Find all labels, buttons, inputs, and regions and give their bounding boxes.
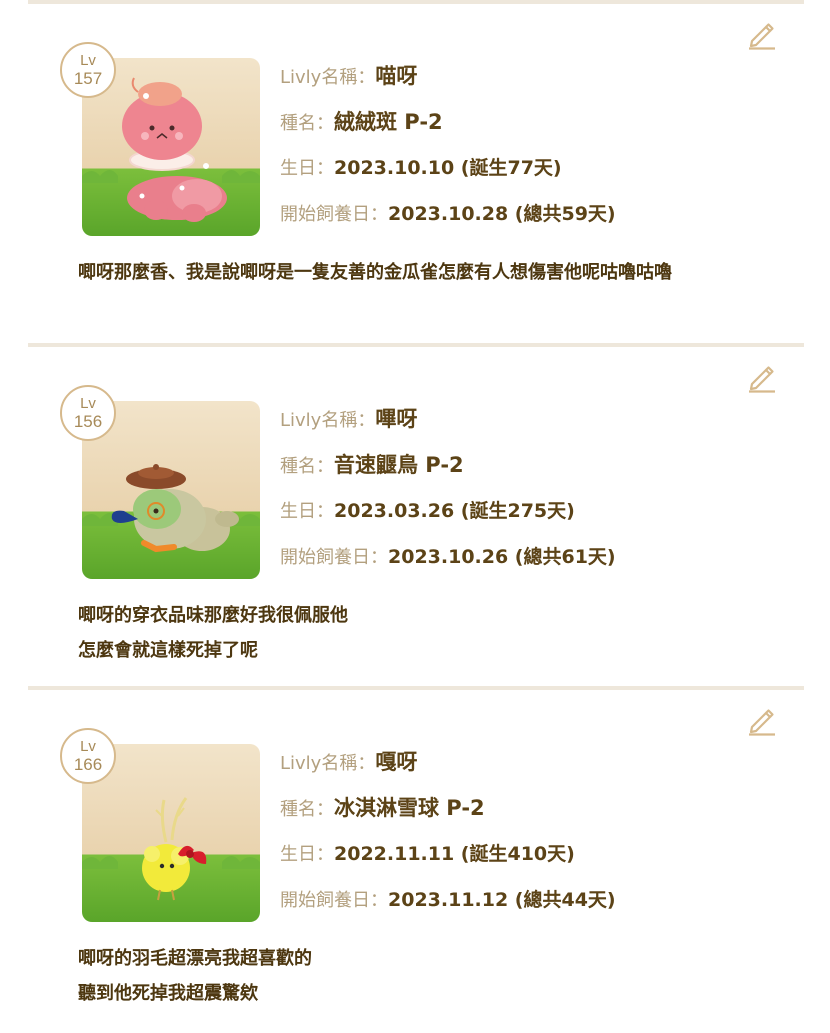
name-value: 喵呀	[375, 64, 418, 88]
birthday-row: 生日：2023.10.10 (誕生77天)	[280, 148, 616, 194]
livly-card: Lv 166 Livly名稱：嘎呀 種名：冰淇淋雪球 P-2 生日：2022.1…	[28, 690, 804, 1033]
level-label: Lv	[80, 738, 96, 755]
livly-info: Livly名稱：嘎呀 種名：冰淇淋雪球 P-2 生日：2022.11.11 (誕…	[280, 742, 616, 926]
livly-card: Lv 157 Livly名稱：喵呀 種名：絨絨斑 P-2 生日：2023.10.…	[28, 4, 804, 347]
species-label: 種名：	[280, 799, 334, 820]
level-badge: Lv 157	[60, 42, 116, 98]
birthday-label: 生日：	[280, 158, 334, 179]
edit-button[interactable]	[746, 18, 778, 50]
adopt-date-value: 2023.10.28 (總共59天)	[388, 203, 616, 225]
birthday-label: 生日：	[280, 844, 334, 865]
livly-description: 唧呀的穿衣品味那麼好我很佩服他 怎麼會就這樣死掉了呢	[78, 605, 348, 661]
name-row: Livly名稱：嘎呀	[280, 742, 616, 788]
livly-info: Livly名稱：喵呀 種名：絨絨斑 P-2 生日：2023.10.10 (誕生7…	[280, 56, 616, 240]
birthday-row: 生日：2022.11.11 (誕生410天)	[280, 834, 616, 880]
name-row: Livly名稱：喵呀	[280, 56, 616, 102]
name-value: 嘎呀	[375, 750, 418, 774]
species-value: 冰淇淋雪球 P-2	[334, 796, 485, 820]
level-value: 166	[73, 755, 103, 774]
livly-info: Livly名稱：嗶呀 種名：音速鼴鳥 P-2 生日：2023.03.26 (誕生…	[280, 399, 616, 583]
adopt-date-label: 開始飼養日：	[280, 547, 388, 568]
adopt-date-label: 開始飼養日：	[280, 204, 388, 225]
name-label: Livly名稱：	[280, 410, 376, 431]
pencil-icon	[749, 23, 775, 50]
species-row: 種名：冰淇淋雪球 P-2	[280, 788, 616, 834]
edit-button[interactable]	[746, 704, 778, 736]
birthday-label: 生日：	[280, 501, 334, 522]
species-label: 種名：	[280, 456, 334, 477]
livly-description: 唧呀的羽毛超漂亮我超喜歡的 聽到他死掉我超震驚欸	[78, 948, 312, 1004]
livly-description: 唧呀那麼香、我是說唧呀是一隻友善的金瓜雀怎麼有人想傷害他呢咕嚕咕嚕	[78, 262, 672, 283]
adopt-date-value: 2023.11.12 (總共44天)	[388, 889, 616, 911]
pencil-icon	[749, 366, 775, 393]
adopt-date-row: 開始飼養日：2023.11.12 (總共44天)	[280, 880, 616, 926]
level-badge: Lv 156	[60, 385, 116, 441]
name-row: Livly名稱：嗶呀	[280, 399, 616, 445]
adopt-date-row: 開始飼養日：2023.10.26 (總共61天)	[280, 537, 616, 583]
species-row: 種名：音速鼴鳥 P-2	[280, 445, 616, 491]
birthday-row: 生日：2023.03.26 (誕生275天)	[280, 491, 616, 537]
level-value: 157	[73, 69, 103, 88]
level-label: Lv	[80, 395, 96, 412]
adopt-date-value: 2023.10.26 (總共61天)	[388, 546, 616, 568]
level-label: Lv	[80, 52, 96, 69]
species-value: 音速鼴鳥 P-2	[334, 453, 464, 477]
species-value: 絨絨斑 P-2	[334, 110, 443, 134]
adopt-date-row: 開始飼養日：2023.10.28 (總共59天)	[280, 194, 616, 240]
species-label: 種名：	[280, 113, 334, 134]
name-label: Livly名稱：	[280, 753, 376, 774]
level-badge: Lv 166	[60, 728, 116, 784]
adopt-date-label: 開始飼養日：	[280, 890, 388, 911]
name-label: Livly名稱：	[280, 67, 376, 88]
birthday-value: 2022.11.11 (誕生410天)	[334, 843, 575, 865]
edit-button[interactable]	[746, 361, 778, 393]
level-value: 156	[73, 412, 103, 431]
birthday-value: 2023.10.10 (誕生77天)	[334, 157, 562, 179]
livly-card: Lv 156 Livly名稱：嗶呀 種名：音速鼴鳥 P-2 生日：2023.03…	[28, 347, 804, 690]
species-row: 種名：絨絨斑 P-2	[280, 102, 616, 148]
pencil-icon	[749, 709, 775, 736]
name-value: 嗶呀	[375, 407, 418, 431]
birthday-value: 2023.03.26 (誕生275天)	[334, 500, 575, 522]
